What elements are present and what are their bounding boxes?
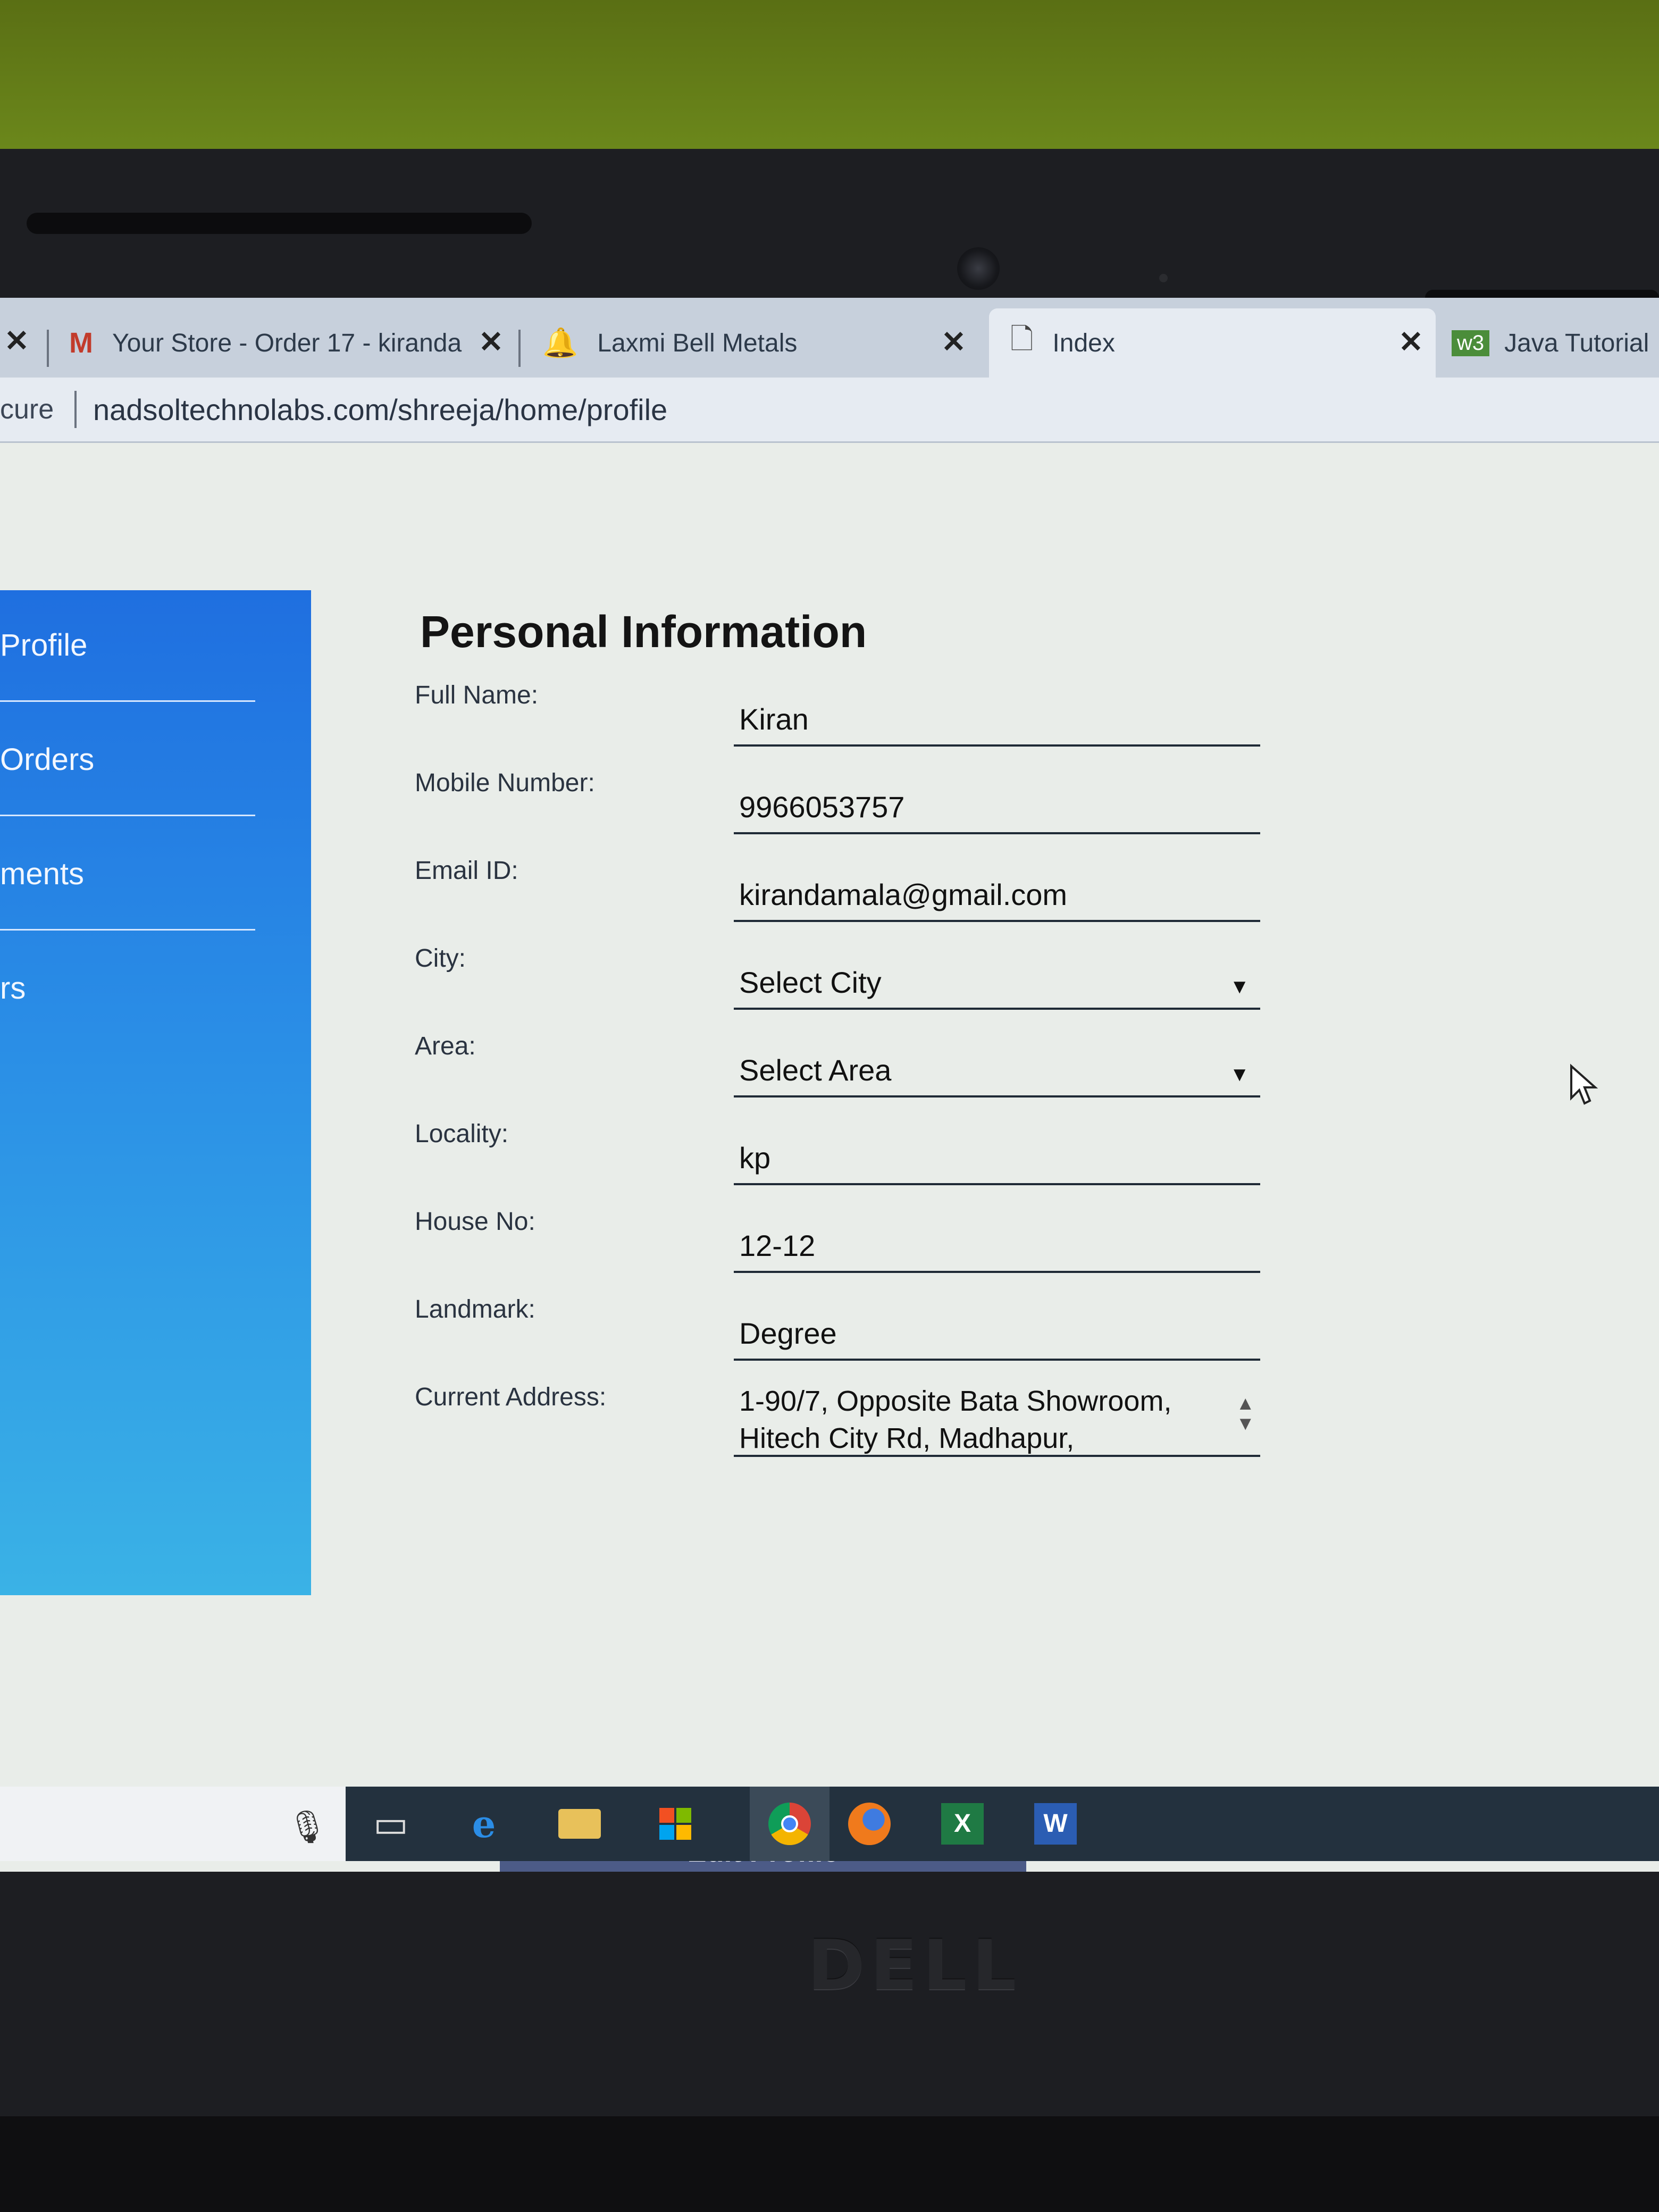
taskbar: ▭ e X W <box>346 1787 1659 1861</box>
tab-gmail-order[interactable]: M Your Store - Order 17 - kiranda ✕ <box>69 308 510 378</box>
sidebar-item-label: ments <box>0 857 84 891</box>
field-label: City: <box>415 944 466 973</box>
field-label: House No: <box>415 1208 535 1236</box>
sidebar: Profile Orders ments rs <box>0 590 311 1595</box>
full-name-input[interactable]: Kiran <box>734 691 1260 747</box>
sidebar-item-orders[interactable]: Orders <box>0 705 255 816</box>
tab-close-partial[interactable]: ✕ <box>0 308 32 378</box>
full-name-row: Full Name: Kiran <box>404 670 1308 755</box>
field-label: Current Address: <box>415 1383 607 1411</box>
sidebar-item-label: rs <box>0 971 26 1006</box>
tab-label: Your Store - Order 17 - kiranda <box>112 329 462 357</box>
task-view-icon[interactable]: ▭ <box>367 1800 415 1848</box>
tab-java-tutorial[interactable]: w3 Java Tutorial <box>1452 308 1659 378</box>
field-label: Landmark: <box>415 1295 535 1323</box>
sidebar-item-payments[interactable]: ments <box>0 819 255 931</box>
locality-row: Locality: kp <box>404 1109 1308 1194</box>
dropdown-arrow-icon[interactable]: ▼ <box>1229 976 1250 999</box>
sidebar-item-others[interactable]: rs <box>0 933 255 1045</box>
tab-label: Index <box>1052 329 1115 357</box>
security-indicator[interactable]: cure <box>0 393 54 425</box>
landmark-input[interactable]: Degree <box>734 1305 1260 1361</box>
close-icon[interactable]: ✕ <box>4 323 29 358</box>
bell-icon: 🔔 <box>542 326 579 359</box>
word-icon[interactable]: W <box>1032 1800 1079 1848</box>
current-address-row: Current Address: 1-90/7, Opposite Bata S… <box>404 1372 1308 1489</box>
address-bar[interactable]: cure nadsoltechnolabs.com/shreeja/home/p… <box>0 378 1659 443</box>
divider <box>0 929 255 931</box>
file-explorer-icon[interactable] <box>556 1800 604 1848</box>
field-value: 12-12 <box>739 1229 816 1262</box>
gmail-icon: M <box>69 327 93 359</box>
close-icon[interactable]: ✕ <box>1398 324 1423 359</box>
firefox-icon[interactable] <box>845 1800 893 1848</box>
divider <box>0 700 255 702</box>
tab-separator <box>518 330 521 367</box>
taskbar-search-area[interactable]: 🎙 <box>0 1787 346 1861</box>
sidebar-item-label: Profile <box>0 628 88 663</box>
field-label: Locality: <box>415 1120 509 1148</box>
field-label: Mobile Number: <box>415 769 595 797</box>
profile-panel: Personal Information Full Name: Kiran Mo… <box>404 606 1308 1872</box>
locality-input[interactable]: kp <box>734 1130 1260 1185</box>
house-no-input[interactable]: 12-12 <box>734 1218 1260 1273</box>
mobile-number-row: Mobile Number: 9966053757 <box>404 758 1308 843</box>
scroll-arrows-icon[interactable]: ▲ ▼ <box>1236 1393 1255 1434</box>
close-icon[interactable]: ✕ <box>941 324 966 359</box>
dell-logo: DELL <box>807 1925 1022 2006</box>
browser-tab-bar: ✕ M Your Store - Order 17 - kiranda ✕ 🔔 … <box>0 298 1659 378</box>
city-row: City: Select City ▼ <box>404 933 1308 1018</box>
microphone-icon[interactable]: 🎙 <box>287 1808 328 1846</box>
area-row: Area: Select Area ▼ <box>404 1021 1308 1106</box>
mobile-number-input[interactable]: 9966053757 <box>734 779 1260 834</box>
field-value: Kiran <box>739 702 809 736</box>
field-value: Degree <box>739 1317 837 1350</box>
current-address-wrapper: 1-90/7, Opposite Bata Showroom, Hitech C… <box>734 1382 1260 1462</box>
sidebar-item-profile[interactable]: Profile <box>0 590 255 702</box>
field-value: Select City <box>739 966 882 999</box>
page-title: Personal Information <box>420 607 867 657</box>
divider <box>0 815 255 816</box>
email-row: Email ID: kirandamala@gmail.com <box>404 845 1308 931</box>
area-select[interactable]: Select Area ▼ <box>734 1042 1260 1097</box>
close-icon[interactable]: ✕ <box>479 324 504 359</box>
tab-laxmi-bell-metals[interactable]: 🔔 Laxmi Bell Metals ✕ <box>542 308 978 378</box>
tab-index[interactable]: 🗋 Index ✕ <box>989 308 1436 378</box>
field-value: Select Area <box>739 1053 892 1087</box>
city-select[interactable]: Select City ▼ <box>734 954 1260 1010</box>
bezel-slot <box>27 213 532 234</box>
laptop-bottom-edge <box>0 2116 1659 2212</box>
address-divider <box>74 391 77 428</box>
field-value: kirandamala@gmail.com <box>739 878 1068 911</box>
sidebar-item-label: Orders <box>0 742 95 777</box>
store-icon[interactable] <box>651 1800 699 1848</box>
url-text[interactable]: nadsoltechnolabs.com/shreeja/home/profil… <box>93 392 667 427</box>
house-no-row: House No: 12-12 <box>404 1196 1308 1281</box>
field-value: 9966053757 <box>739 790 905 824</box>
landmark-row: Landmark: Degree <box>404 1284 1308 1369</box>
tab-label: Laxmi Bell Metals <box>597 329 798 357</box>
email-input[interactable]: kirandamala@gmail.com <box>734 867 1260 922</box>
tab-separator <box>47 330 49 367</box>
field-value: kp <box>739 1141 771 1175</box>
field-label: Area: <box>415 1032 476 1060</box>
excel-icon[interactable]: X <box>939 1800 986 1848</box>
w3-icon: w3 <box>1452 330 1490 356</box>
dropdown-arrow-icon[interactable]: ▼ <box>1229 1063 1250 1086</box>
laptop-screen: ✕ M Your Store - Order 17 - kiranda ✕ 🔔 … <box>0 298 1659 1872</box>
field-label: Email ID: <box>415 857 518 885</box>
edge-icon[interactable]: e <box>460 1800 508 1848</box>
webcam-lens <box>957 247 1000 290</box>
tab-label: Java Tutorial <box>1504 329 1649 357</box>
mouse-cursor-icon <box>1570 1063 1598 1105</box>
field-label: Full Name: <box>415 681 539 709</box>
current-address-textarea[interactable]: 1-90/7, Opposite Bata Showroom, Hitech C… <box>734 1382 1260 1457</box>
webcam-indicator <box>1159 274 1168 282</box>
chrome-icon[interactable] <box>750 1787 830 1861</box>
page-icon: 🗋 <box>1010 323 1034 355</box>
